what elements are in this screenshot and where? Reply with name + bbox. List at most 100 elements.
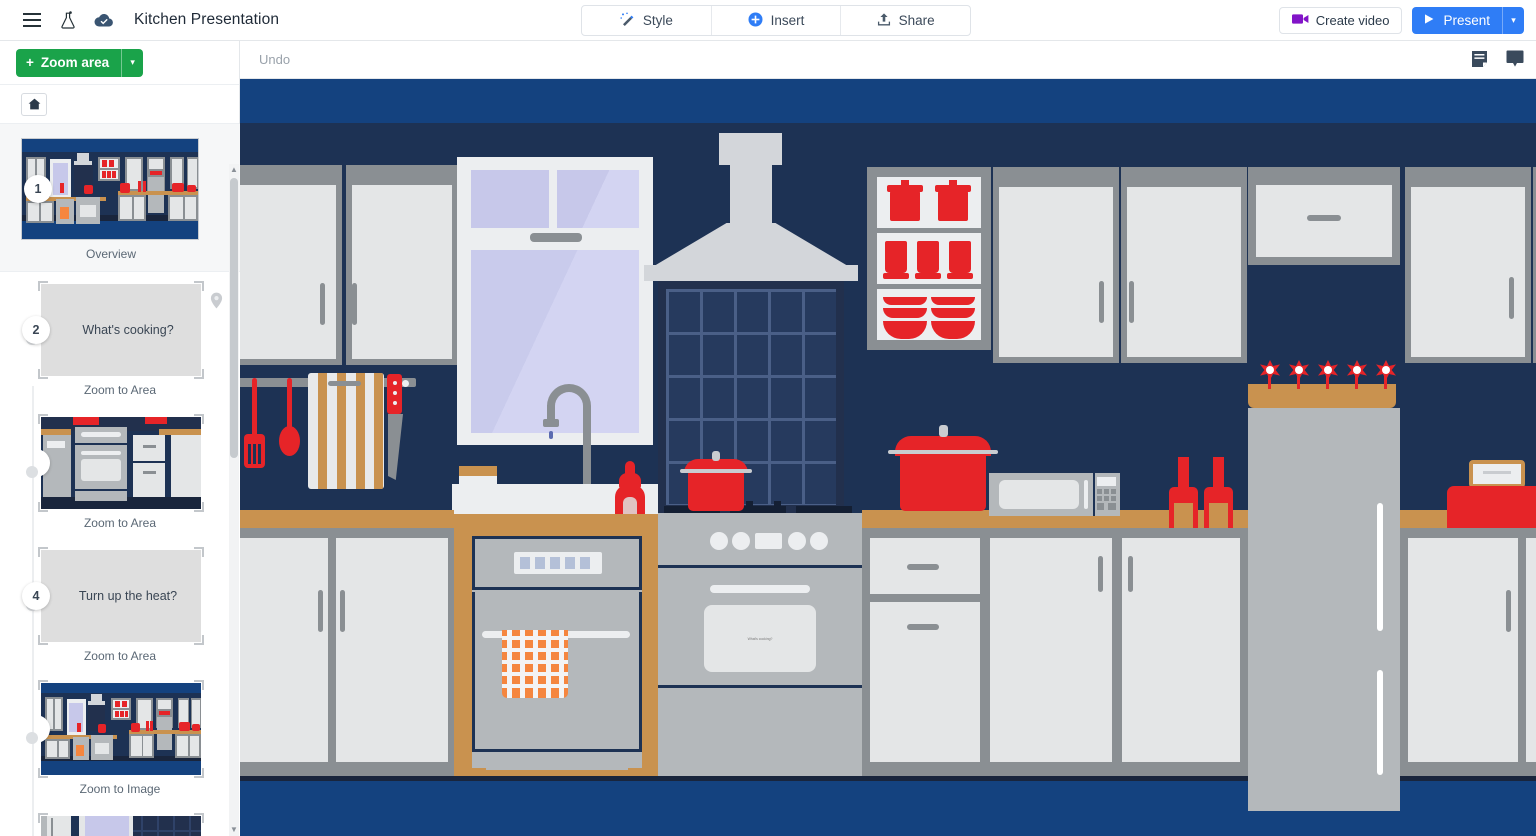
- slide-item-5[interactable]: 5 Zoom to Image: [0, 671, 240, 804]
- slide-item-6[interactable]: [0, 804, 240, 836]
- slide-title: What's cooking?: [82, 323, 174, 337]
- slide-number-badge: 4: [22, 582, 50, 610]
- comment-icon[interactable]: [1506, 50, 1524, 73]
- upper-cabinet-left-1: [240, 165, 342, 365]
- range-hood-lip: [644, 265, 858, 281]
- slide-list[interactable]: 1 Overview What's cooking? 2 Zoom to Are…: [0, 124, 240, 836]
- slide-item-4[interactable]: Turn up the heat? 4 Zoom to Area: [0, 538, 240, 671]
- upper-cabinet-above-fridge: [1248, 167, 1400, 265]
- slide-caption: Zoom to Area: [83, 516, 157, 530]
- oven-window: What's cooking?: [704, 605, 816, 672]
- canvas-stage[interactable]: What's cooking?: [240, 79, 1536, 836]
- lower-cabinet-left: [240, 528, 454, 776]
- style-label: Style: [642, 13, 673, 28]
- stove-display: [755, 533, 782, 549]
- zoom-area-row: + Zoom area ▾: [0, 41, 239, 85]
- zoom-area-label: Zoom area: [40, 55, 110, 70]
- refrigerator: [1248, 408, 1400, 811]
- speaker-notes-icon[interactable]: [1471, 50, 1488, 73]
- slide-title: Turn up the heat?: [78, 589, 178, 603]
- lower-cabinet-right-2: [1400, 528, 1536, 776]
- timeline-dot: [26, 465, 38, 478]
- create-video-label: Create video: [1315, 13, 1390, 28]
- oven-handle: [710, 585, 810, 593]
- rail-end-cap: [402, 380, 409, 387]
- home-button[interactable]: [21, 92, 47, 116]
- left-panel: + Zoom area ▾ 1 Overview What's cooking?…: [0, 41, 240, 836]
- stove-knob[interactable]: [788, 532, 806, 550]
- page-title: Kitchen Presentation: [134, 11, 280, 28]
- upper-cabinet-left-2: [346, 165, 458, 365]
- slide-thumbnail[interactable]: What's cooking?: [41, 284, 201, 376]
- video-camera-icon: [1291, 13, 1309, 28]
- create-video-button[interactable]: Create video: [1278, 7, 1403, 34]
- share-button[interactable]: Share: [841, 6, 970, 35]
- burner-grate-right: [796, 506, 852, 513]
- hamburger-icon[interactable]: [14, 3, 50, 37]
- pot-small: [680, 449, 752, 511]
- book-stack: [459, 466, 497, 484]
- open-shelf-unit: [867, 167, 991, 350]
- present-button[interactable]: Present ▾: [1412, 7, 1524, 34]
- slide-caption: Zoom to Area: [83, 383, 157, 397]
- slide-thumbnail[interactable]: 5: [41, 683, 201, 775]
- upload-icon: [877, 12, 891, 30]
- scroll-down-arrow[interactable]: ▼: [229, 822, 239, 836]
- canvas-toolbar: Undo: [240, 41, 1536, 79]
- zoom-area-dropdown-caret[interactable]: ▾: [121, 48, 143, 77]
- plus-circle-icon: [748, 12, 763, 30]
- slide-item-1[interactable]: 1 Overview: [0, 124, 240, 272]
- oven-range: What's cooking?: [658, 513, 862, 776]
- upper-cabinet-mid-2: [1121, 167, 1247, 363]
- range-hood-duct: [719, 133, 782, 165]
- timeline-dot: [26, 731, 38, 744]
- stove-knob[interactable]: [810, 532, 828, 550]
- slide-thumbnail[interactable]: [41, 816, 201, 836]
- countertop-left: [240, 510, 454, 528]
- pot-large: [888, 422, 998, 511]
- microwave: [989, 473, 1120, 516]
- scrollbar-thumb[interactable]: [230, 178, 238, 458]
- style-button[interactable]: Style: [582, 6, 712, 35]
- slide-number-badge: 2: [22, 316, 50, 344]
- slide-item-2[interactable]: What's cooking? 2 Zoom to Area: [0, 272, 240, 405]
- magic-wand-icon: [620, 12, 635, 30]
- undo-button[interactable]: Undo: [259, 52, 290, 67]
- slide-thumbnail[interactable]: 3: [41, 417, 201, 509]
- kitchen-towel: [502, 630, 568, 698]
- play-icon: [1423, 13, 1435, 28]
- dishwasher: [472, 536, 642, 770]
- zoom-area-button[interactable]: + Zoom area ▾: [16, 48, 144, 77]
- share-label: Share: [898, 13, 935, 28]
- slide-list-scrollbar[interactable]: ▲ ▼: [229, 164, 239, 836]
- upper-cabinet-right-1: [1405, 167, 1531, 363]
- location-pin-icon[interactable]: [210, 292, 223, 314]
- flask-icon[interactable]: [50, 3, 86, 37]
- slide-thumbnail[interactable]: Turn up the heat?: [41, 550, 201, 642]
- top-bar: Kitchen Presentation Style Insert Share …: [0, 0, 1536, 41]
- home-icon: [28, 98, 40, 110]
- upper-cabinet-mid-1: [993, 167, 1119, 363]
- slide-item-3[interactable]: 3 Zoom to Area: [0, 405, 240, 538]
- stove-knob[interactable]: [710, 532, 728, 550]
- slide-caption: Overview: [85, 247, 136, 261]
- slide-caption: Zoom to Image: [79, 782, 161, 796]
- home-row: [0, 85, 239, 124]
- present-label: Present: [1443, 13, 1490, 28]
- insert-button[interactable]: Insert: [712, 6, 842, 35]
- scroll-up-arrow[interactable]: ▲: [229, 162, 239, 176]
- present-dropdown-caret[interactable]: ▾: [1502, 7, 1524, 34]
- oven-window-text: What's cooking?: [747, 636, 773, 641]
- stove-knob[interactable]: [732, 532, 750, 550]
- plus-icon: +: [26, 55, 34, 70]
- range-hood-stack: [730, 165, 772, 223]
- lower-cabinet-right-1: [862, 528, 1248, 776]
- slide-number-badge: 1: [24, 175, 52, 203]
- cloud-check-icon[interactable]: [86, 3, 122, 37]
- cutting-board: [308, 373, 384, 489]
- slide-thumbnail[interactable]: 1: [21, 138, 199, 240]
- insert-label: Insert: [770, 13, 805, 28]
- wall-upper: [240, 79, 1536, 123]
- slide-caption: Zoom to Area: [83, 649, 157, 663]
- main-toolbar: Style Insert Share: [581, 5, 971, 36]
